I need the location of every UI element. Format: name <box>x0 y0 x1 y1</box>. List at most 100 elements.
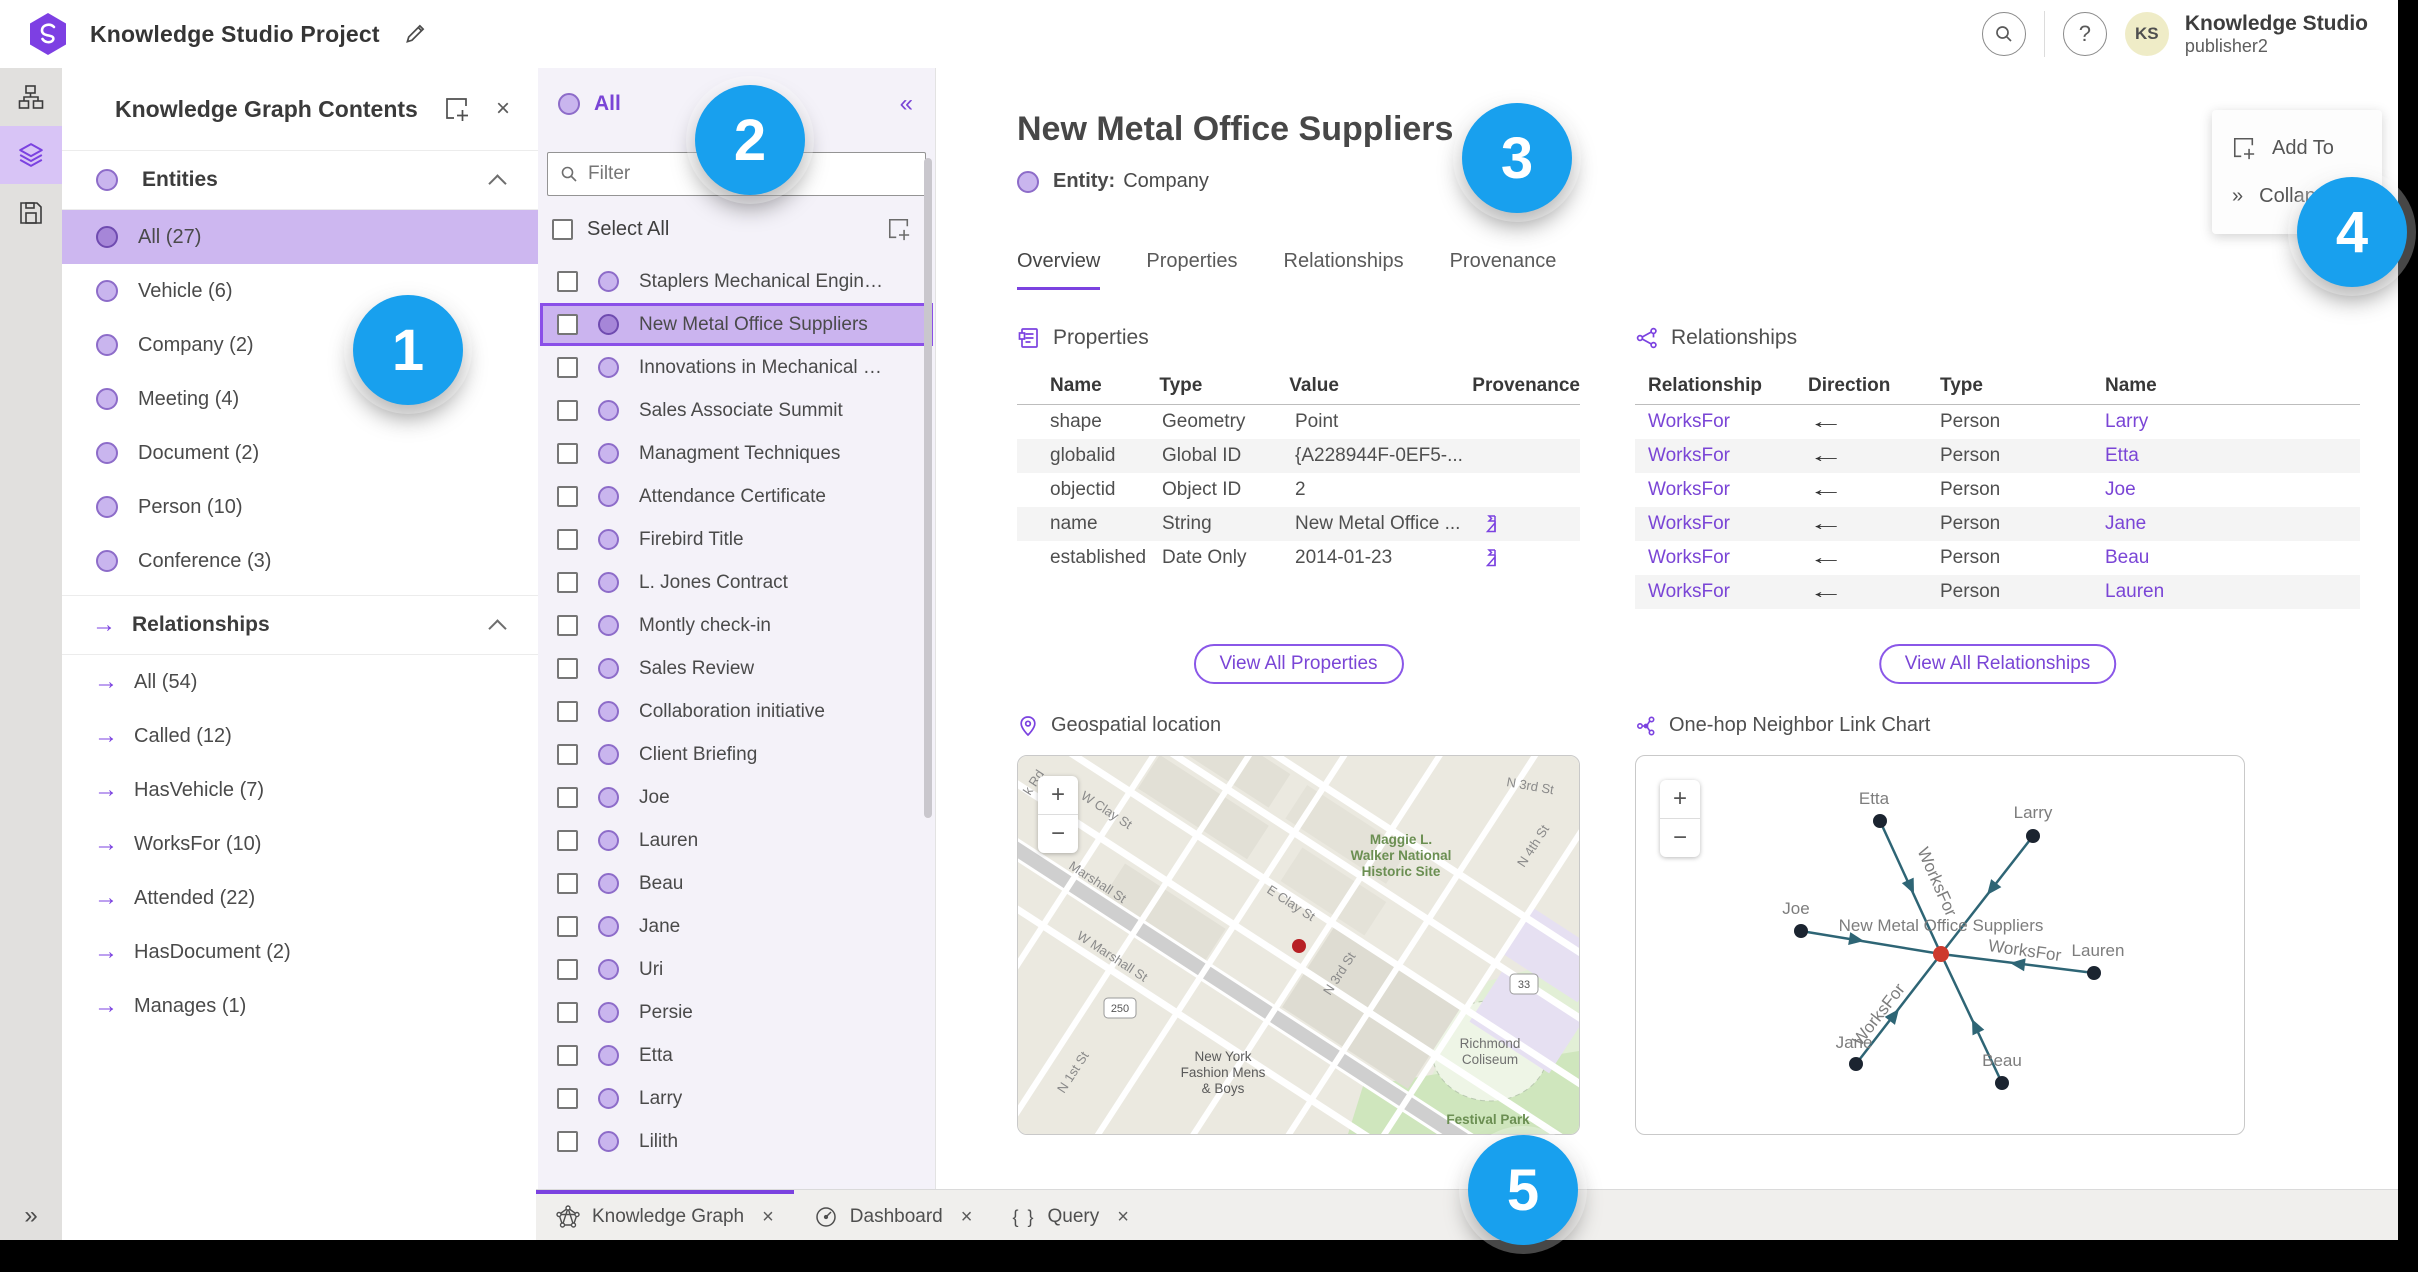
select-all-checkbox[interactable] <box>552 218 573 240</box>
item-checkbox[interactable] <box>557 357 578 378</box>
item-checkbox[interactable] <box>557 314 578 335</box>
list-item[interactable]: Sales Review <box>540 647 933 690</box>
item-checkbox[interactable] <box>557 443 578 464</box>
relationship-link[interactable]: WorksFor <box>1635 479 1808 501</box>
rail-data-model-button[interactable] <box>0 68 62 126</box>
table-row[interactable]: name String New Metal Office ... <box>1017 507 1580 541</box>
tab-dashboard[interactable]: Dashboard × <box>794 1190 993 1240</box>
list-item[interactable]: Staplers Mechanical Engineering <box>540 260 933 303</box>
relationship-type-row[interactable]: → Attended (22) <box>62 871 538 925</box>
relationship-type-row[interactable]: → Called (12) <box>62 709 538 763</box>
entity-type-row[interactable]: Vehicle (6) <box>62 264 538 318</box>
list-item[interactable]: Montly check-in <box>540 604 933 647</box>
list-item[interactable]: Managment Techniques <box>540 432 933 475</box>
table-row[interactable]: WorksFor ← Person Beau <box>1635 541 2360 575</box>
tab-query[interactable]: { } Query × <box>992 1190 1148 1240</box>
item-checkbox[interactable] <box>557 1088 578 1109</box>
item-checkbox[interactable] <box>557 701 578 722</box>
item-checkbox[interactable] <box>557 873 578 894</box>
link-chart-card[interactable]: + − Etta Larry Joe Lauren Jane Beau New … <box>1635 755 2245 1135</box>
table-row[interactable]: WorksFor ← Person Etta <box>1635 439 2360 473</box>
item-checkbox[interactable] <box>557 916 578 937</box>
search-button[interactable] <box>1981 12 2026 56</box>
entity-link[interactable]: Etta <box>2105 445 2360 467</box>
item-checkbox[interactable] <box>557 400 578 421</box>
list-item[interactable]: Larry <box>540 1077 933 1120</box>
add-to-menu-item[interactable]: Add To <box>2212 124 2382 172</box>
close-tab-icon[interactable]: × <box>762 1206 774 1229</box>
item-checkbox[interactable] <box>557 787 578 808</box>
collapse-panel-icon[interactable]: « <box>900 90 913 118</box>
avatar[interactable]: KS <box>2124 12 2169 56</box>
list-item[interactable]: New Metal Office Suppliers <box>540 303 933 346</box>
entity-type-row[interactable]: Document (2) <box>62 426 538 480</box>
tab-knowledge-graph[interactable]: Knowledge Graph × <box>536 1190 794 1240</box>
entity-type-row[interactable]: Meeting (4) <box>62 372 538 426</box>
relationship-type-row[interactable]: → Manages (1) <box>62 979 538 1033</box>
close-tab-icon[interactable]: × <box>1117 1206 1129 1229</box>
relationship-link[interactable]: WorksFor <box>1635 445 1808 467</box>
item-checkbox[interactable] <box>557 486 578 507</box>
entity-link[interactable]: Joe <box>2105 479 2360 501</box>
provenance-flag-icon[interactable] <box>1482 514 1502 534</box>
view-all-relationships-button[interactable]: View All Relationships <box>1878 644 2117 684</box>
list-item[interactable]: Lilith <box>540 1120 933 1163</box>
item-checkbox[interactable] <box>557 744 578 765</box>
list-item[interactable]: Persie <box>540 991 933 1034</box>
table-row[interactable]: WorksFor ← Person Lauren <box>1635 575 2360 609</box>
list-item[interactable]: Innovations in Mechanical Engin... <box>540 346 933 389</box>
item-checkbox[interactable] <box>557 830 578 851</box>
relationship-type-row[interactable]: → HasVehicle (7) <box>62 763 538 817</box>
list-item[interactable]: Lauren <box>540 819 933 862</box>
basemap[interactable]: W Clay St E Clay St Marshall St W Marsha… <box>1018 756 1579 1134</box>
table-row[interactable]: globalid Global ID {A228944F-0EF5-... <box>1017 439 1580 473</box>
item-checkbox[interactable] <box>557 1131 578 1152</box>
scrollbar-thumb[interactable] <box>924 158 932 818</box>
entity-type-row[interactable]: Person (10) <box>62 480 538 534</box>
list-item[interactable]: L. Jones Contract <box>540 561 933 604</box>
entity-type-row[interactable]: All (27) <box>62 210 538 264</box>
list-item[interactable]: Sales Associate Summit <box>540 389 933 432</box>
relationship-type-row[interactable]: → All (54) <box>62 655 538 709</box>
relationship-type-row[interactable]: → WorksFor (10) <box>62 817 538 871</box>
item-checkbox[interactable] <box>557 615 578 636</box>
relationship-link[interactable]: WorksFor <box>1635 547 1808 569</box>
item-checkbox[interactable] <box>557 959 578 980</box>
help-button[interactable]: ? <box>2062 12 2107 56</box>
table-row[interactable]: WorksFor ← Person Larry <box>1635 405 2360 439</box>
item-checkbox[interactable] <box>557 658 578 679</box>
view-all-properties-button[interactable]: View All Properties <box>1193 644 1404 684</box>
item-checkbox[interactable] <box>557 271 578 292</box>
table-row[interactable]: objectid Object ID 2 <box>1017 473 1580 507</box>
table-row[interactable]: WorksFor ← Person Jane <box>1635 507 2360 541</box>
item-checkbox[interactable] <box>557 1045 578 1066</box>
expand-rail-button[interactable]: » <box>0 1202 62 1230</box>
entity-link[interactable]: Jane <box>2105 513 2360 535</box>
list-item[interactable]: Collaboration initiative <box>540 690 933 733</box>
edit-title-icon[interactable] <box>402 21 428 47</box>
entity-type-row[interactable]: Company (2) <box>62 318 538 372</box>
entity-link[interactable]: Larry <box>2105 411 2360 433</box>
map-card[interactable]: + − W Clay St E Clay St Marshall St W Ma… <box>1017 755 1580 1135</box>
table-row[interactable]: established Date Only 2014-01-23 <box>1017 541 1580 575</box>
add-to-icon[interactable] <box>444 96 470 122</box>
item-checkbox[interactable] <box>557 529 578 550</box>
list-item[interactable]: Uri <box>540 948 933 991</box>
table-row[interactable]: WorksFor ← Person Joe <box>1635 473 2360 507</box>
entity-type-row[interactable]: Conference (3) <box>62 534 538 588</box>
relationship-type-row[interactable]: → HasDocument (2) <box>62 925 538 979</box>
zoom-in-button[interactable]: + <box>1038 776 1078 815</box>
list-item[interactable]: Beau <box>540 862 933 905</box>
provenance-flag-icon[interactable] <box>1482 548 1502 568</box>
close-contents-icon[interactable]: × <box>496 95 510 123</box>
rail-save-button[interactable] <box>0 184 62 242</box>
zoom-out-button[interactable]: − <box>1038 815 1078 853</box>
relationship-link[interactable]: WorksFor <box>1635 411 1808 433</box>
link-chart-canvas[interactable]: Etta Larry Joe Lauren Jane Beau New Meta… <box>1636 756 2244 1134</box>
item-checkbox[interactable] <box>557 572 578 593</box>
list-item[interactable]: Jane <box>540 905 933 948</box>
table-row[interactable]: shape Geometry Point <box>1017 405 1580 439</box>
relationships-section-header[interactable]: → Relationships <box>62 595 538 655</box>
relationship-link[interactable]: WorksFor <box>1635 513 1808 535</box>
list-item[interactable]: Joe <box>540 776 933 819</box>
